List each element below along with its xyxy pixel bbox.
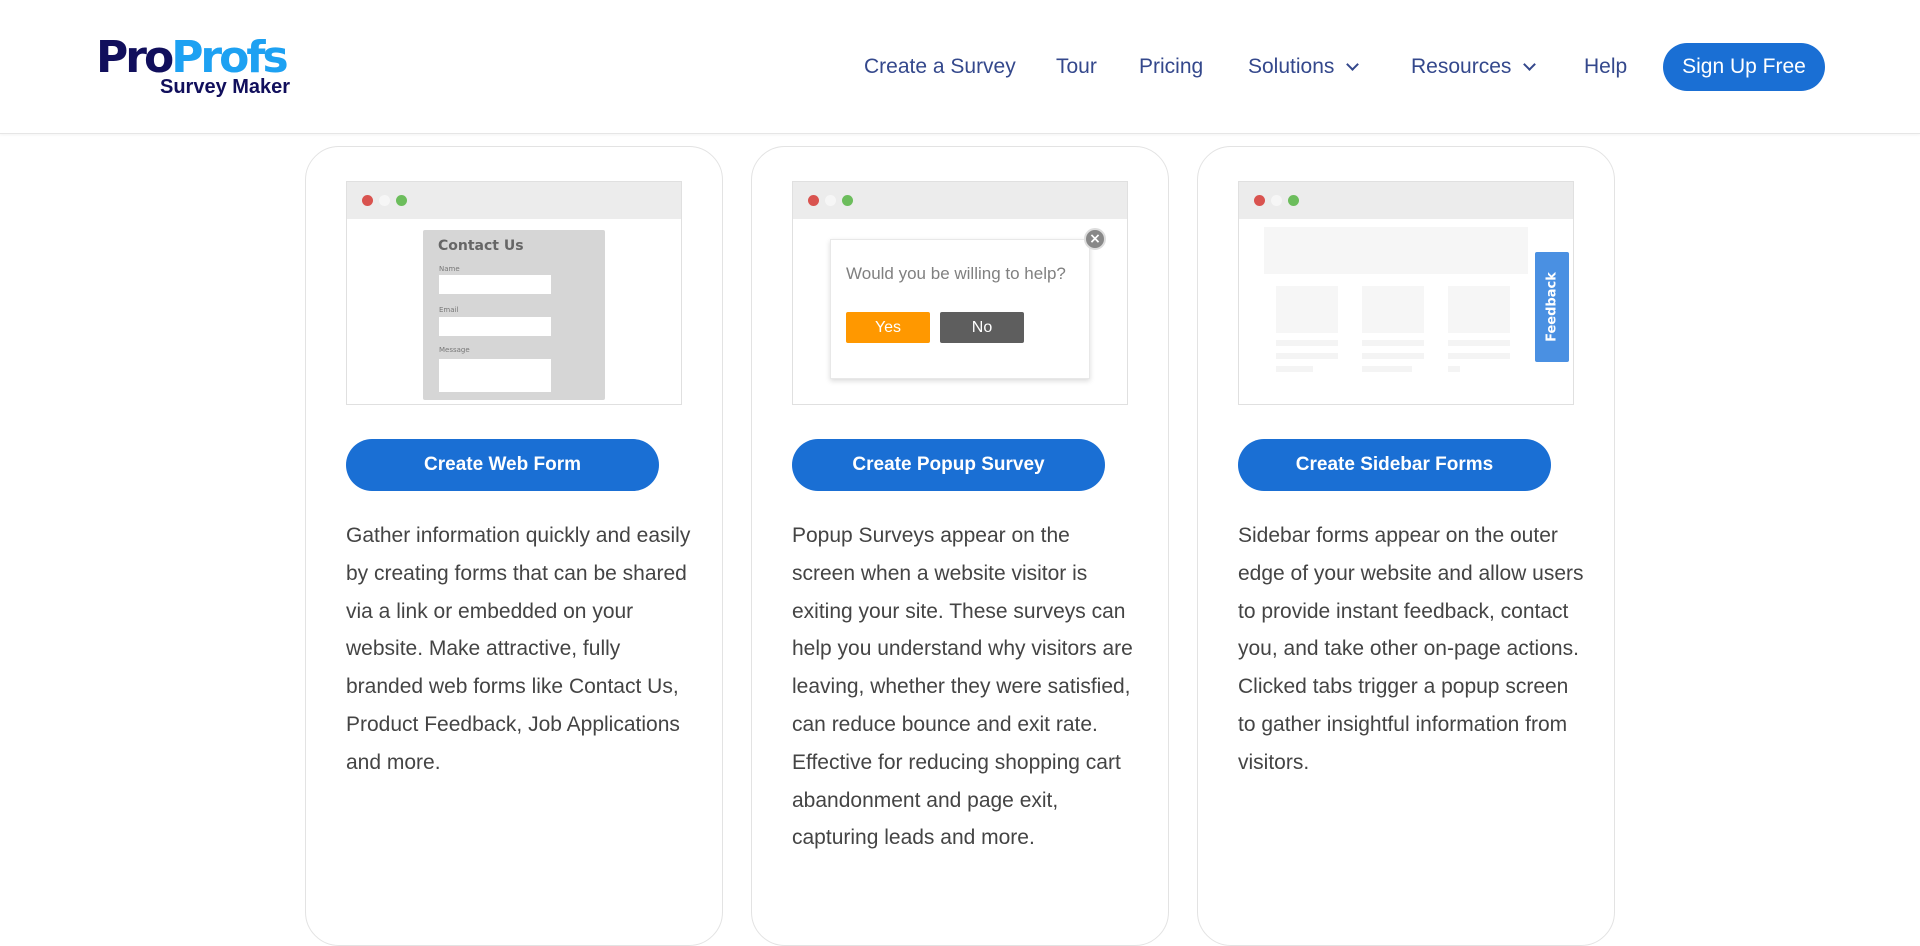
nav-tour[interactable]: Tour [1056, 43, 1097, 91]
sidebar-form-preview: Feedback [1238, 181, 1574, 405]
field-input-message [439, 359, 551, 392]
placeholder-box [1362, 286, 1424, 333]
placeholder-line [1276, 353, 1338, 359]
placeholder-line [1276, 340, 1338, 346]
sign-up-free-button[interactable]: Sign Up Free [1663, 43, 1825, 91]
field-label-email: Email [439, 306, 459, 314]
nav-help[interactable]: Help [1584, 43, 1627, 91]
field-input-email [439, 317, 551, 336]
create-web-form-button[interactable]: Create Web Form [346, 439, 659, 491]
logo-subtitle: Survey Maker [160, 76, 291, 98]
proprofs-logo[interactable]: ProProfs Survey Maker [96, 36, 296, 100]
nav-solutions[interactable]: Solutions [1248, 43, 1360, 91]
window-minimize-dot-icon [379, 195, 390, 206]
browser-titlebar [793, 182, 1127, 219]
logo-wordmark: ProProfs [96, 36, 289, 80]
placeholder-line [1362, 353, 1424, 359]
window-close-dot-icon [808, 195, 819, 206]
window-maximize-dot-icon [1288, 195, 1299, 206]
window-maximize-dot-icon [842, 195, 853, 206]
chevron-down-icon [1346, 57, 1360, 71]
nav-label: Solutions [1248, 55, 1335, 78]
field-label-name: Name [439, 265, 460, 273]
feedback-tab-mock: Feedback [1535, 252, 1569, 362]
create-sidebar-forms-button[interactable]: Create Sidebar Forms [1238, 439, 1551, 491]
placeholder-line [1448, 353, 1510, 359]
placeholder-line [1448, 340, 1510, 346]
nav-label: Tour [1056, 55, 1097, 78]
nav-label: Pricing [1139, 55, 1204, 78]
web-form-description: Gather information quickly and easily by… [346, 524, 691, 774]
chevron-down-icon [1523, 57, 1537, 71]
popup-survey-card: Would you be willing to help? Yes No × C… [751, 146, 1169, 946]
create-popup-survey-button[interactable]: Create Popup Survey [792, 439, 1105, 491]
site-header: ProProfs Survey Maker Create a Survey To… [0, 0, 1920, 134]
window-close-dot-icon [1254, 195, 1265, 206]
placeholder-line [1362, 340, 1424, 346]
popup-question: Would you be willing to help? [846, 264, 1066, 283]
browser-titlebar [1239, 182, 1573, 219]
window-close-dot-icon [362, 195, 373, 206]
web-form-preview: Contact Us Name Email Message [346, 181, 682, 405]
nav-resources[interactable]: Resources [1411, 43, 1537, 91]
popup-survey-description: Popup Surveys appear on the screen when … [792, 524, 1133, 850]
placeholder-line [1362, 366, 1412, 372]
popup-mock: Would you be willing to help? Yes No [830, 239, 1090, 379]
placeholder-box [1276, 286, 1338, 333]
placeholder-line [1448, 366, 1460, 372]
browser-titlebar [347, 182, 681, 219]
contact-form-mock: Contact Us Name Email Message [423, 230, 605, 400]
web-form-card: Contact Us Name Email Message Create Web… [305, 146, 723, 946]
popup-no-mock-button: No [940, 312, 1024, 343]
placeholder-hero [1264, 227, 1528, 274]
window-minimize-dot-icon [825, 195, 836, 206]
popup-yes-mock-button: Yes [846, 312, 930, 343]
nav-label: Resources [1411, 55, 1512, 78]
window-maximize-dot-icon [396, 195, 407, 206]
window-minimize-dot-icon [1271, 195, 1282, 206]
sidebar-forms-description: Sidebar forms appear on the outer edge o… [1238, 524, 1584, 774]
field-input-name [439, 275, 551, 294]
sidebar-forms-card: Feedback Create Sidebar Forms Sidebar fo… [1197, 146, 1615, 946]
close-icon: × [1084, 228, 1106, 250]
nav-pricing[interactable]: Pricing [1139, 43, 1203, 91]
placeholder-line [1276, 366, 1313, 372]
feedback-tab-label: Feedback [1544, 272, 1560, 342]
contact-form-title: Contact Us [438, 238, 524, 254]
nav-label: Create a Survey [864, 55, 1016, 78]
field-label-message: Message [439, 346, 470, 354]
nav-create-survey[interactable]: Create a Survey [864, 43, 1016, 91]
popup-survey-preview: Would you be willing to help? Yes No × [792, 181, 1128, 405]
placeholder-box [1448, 286, 1510, 333]
nav-label: Help [1584, 55, 1628, 78]
